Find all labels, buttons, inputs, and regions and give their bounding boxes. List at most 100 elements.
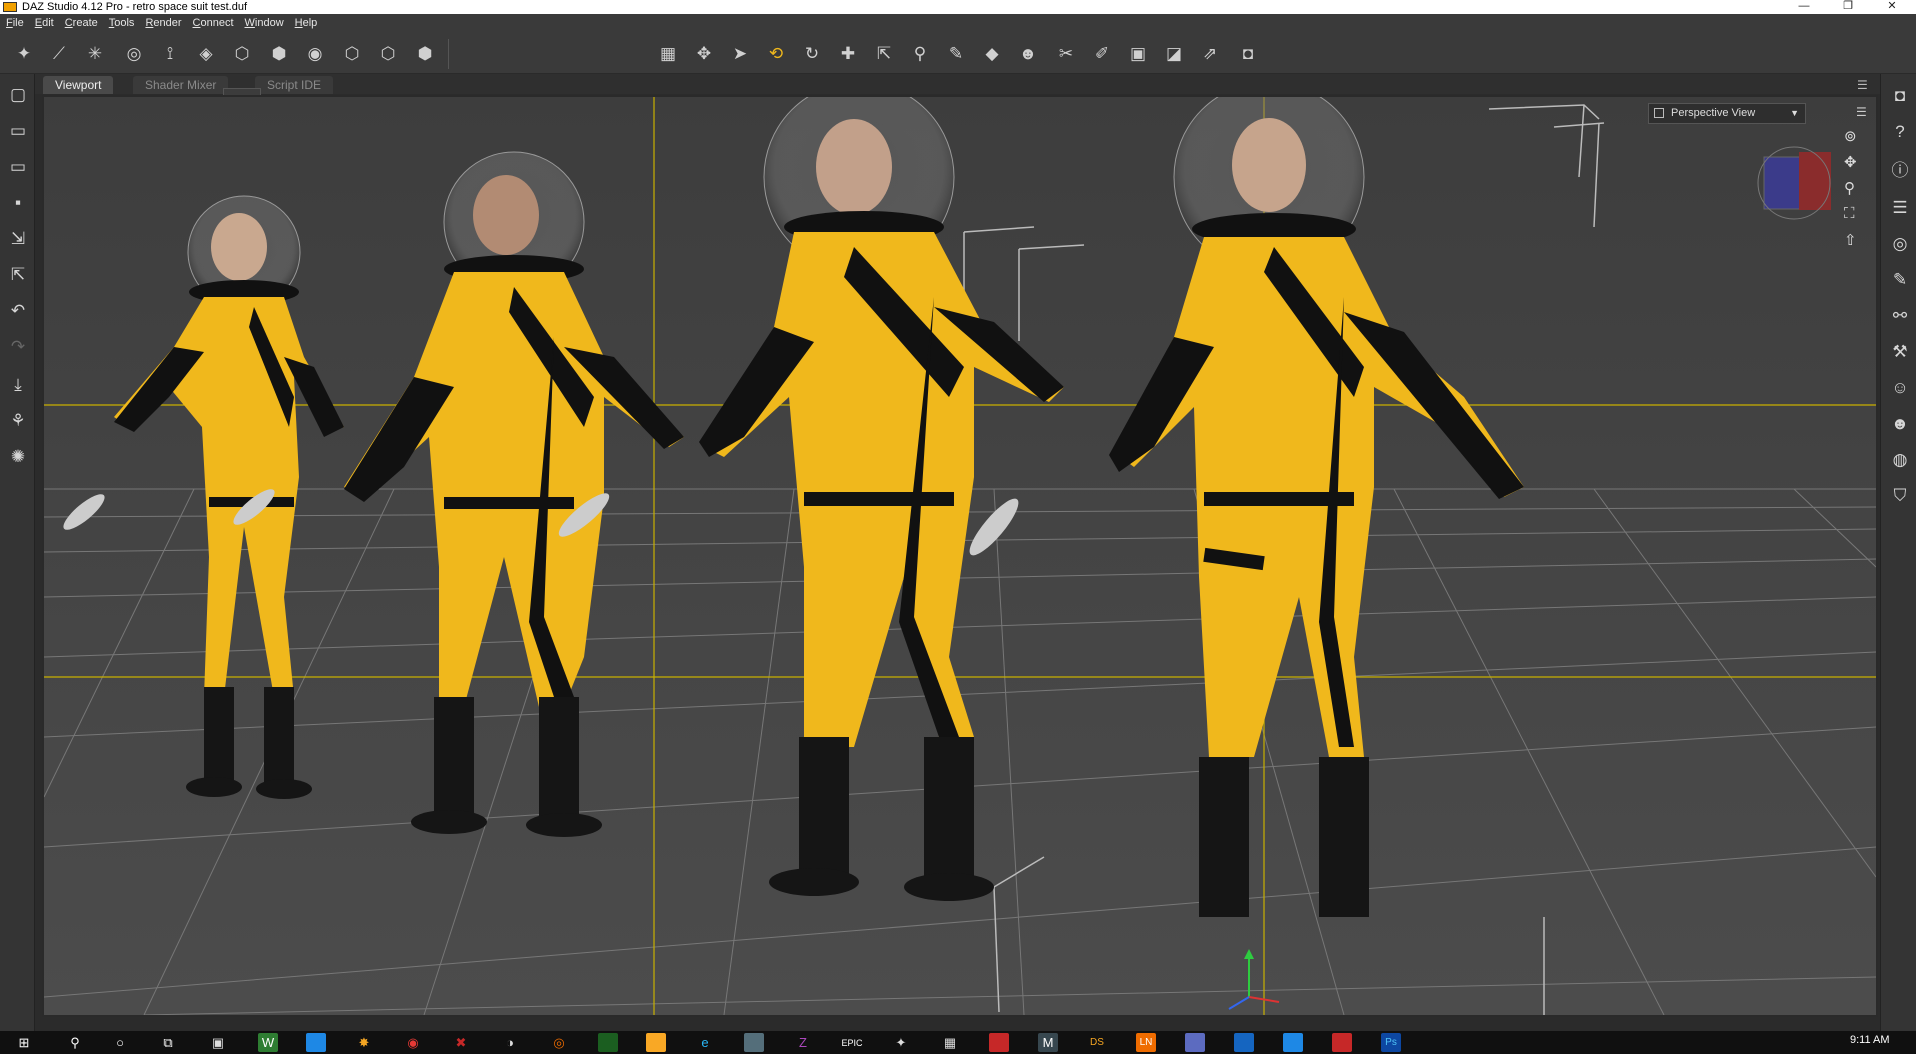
menu-tools[interactable]: Tools (103, 14, 140, 33)
render-camera-icon[interactable]: ◘ (1236, 42, 1260, 66)
pose-icon[interactable]: ⚯ (1888, 304, 1912, 328)
word-icon[interactable]: W (258, 1033, 278, 1052)
cube-select-icon[interactable]: ⬢ (267, 42, 291, 66)
calculator-icon[interactable]: ▦ (940, 1033, 960, 1052)
pin-light-icon[interactable]: ✳ (83, 42, 107, 66)
chrome-icon[interactable]: ◉ (403, 1033, 423, 1052)
viewport-menu-icon[interactable]: ☰ (1856, 105, 1867, 119)
vmware-icon[interactable]: ✖ (451, 1033, 471, 1052)
geometry-sculpt-icon[interactable]: ✐ (1090, 42, 1114, 66)
tab-shader-mixer[interactable]: Shader Mixer (133, 76, 229, 94)
menu-edit[interactable]: Edit (29, 14, 59, 33)
frame-icon[interactable]: ⛶ (1844, 205, 1855, 222)
light-icon[interactable]: ✸ (354, 1033, 374, 1052)
paint-icon[interactable]: ◑ (500, 1033, 520, 1052)
drop-icon[interactable]: ⤓ (7, 374, 29, 396)
translate-icon[interactable]: ✚ (836, 42, 860, 66)
mail-icon[interactable]: M (1038, 1033, 1058, 1052)
redo-icon[interactable]: ↷ (7, 336, 29, 358)
node-bone-icon[interactable]: ⟋ (47, 42, 71, 66)
blue-icon[interactable] (1283, 1033, 1303, 1052)
ds-icon[interactable]: ◘ (1888, 84, 1912, 108)
menu-render[interactable]: Render (139, 14, 186, 33)
epic-icon[interactable]: EPIC (842, 1033, 863, 1052)
close-button[interactable]: ✕ (1870, 0, 1914, 14)
run-icon[interactable]: ✺ (7, 446, 29, 468)
pointer-icon[interactable]: ⇗ (1198, 42, 1222, 66)
tab-viewport[interactable]: Viewport (43, 76, 114, 94)
ln-icon[interactable]: LN (1136, 1033, 1156, 1052)
walk-icon[interactable]: ⚘ (7, 410, 29, 432)
view-orientation-cube[interactable] (1757, 146, 1831, 220)
viewport-3d[interactable]: ◐ ☰ ⊚ ✥ ⚲ ⛶ ⇧ (42, 95, 1878, 1017)
node-weight-icon[interactable]: ◆ (980, 42, 1004, 66)
export-icon[interactable]: ⇱ (7, 264, 29, 286)
sphere-icon[interactable]: ⬢ (413, 42, 437, 66)
import-icon[interactable]: ⇲ (7, 228, 29, 250)
joint-editor-icon[interactable]: ⟟ (158, 42, 182, 66)
cube-wire-icon[interactable]: ⬡ (376, 42, 400, 66)
view-select-dropdown[interactable]: Perspective View ▼ (1648, 103, 1806, 124)
zoom-icon[interactable]: ⚲ (1844, 179, 1855, 197)
globe-icon[interactable]: ◍ (1888, 448, 1912, 472)
grid-icon[interactable]: ▦ (656, 42, 680, 66)
spot-render-icon[interactable]: ◎ (122, 42, 146, 66)
menu-help[interactable]: Help (289, 14, 323, 33)
figure-select-icon[interactable]: ☻ (1016, 42, 1040, 66)
menu-window[interactable]: Window (239, 14, 289, 33)
brush-icon[interactable]: ✎ (1888, 268, 1912, 292)
geometry-editor-icon[interactable]: ◈ (194, 42, 218, 66)
undo-icon[interactable]: ↶ (7, 300, 29, 322)
list-icon[interactable]: ☰ (1888, 196, 1912, 220)
email-icon[interactable] (306, 1033, 326, 1052)
red-app-icon[interactable] (989, 1033, 1009, 1052)
universal-icon[interactable]: ✥ (692, 42, 716, 66)
new-file-icon[interactable]: ▢ (7, 84, 29, 106)
discord-icon[interactable] (1185, 1033, 1205, 1052)
orbit-icon[interactable]: ⊚ (1844, 127, 1857, 145)
game-icon[interactable] (598, 1033, 618, 1052)
photoshop-icon[interactable]: Ps (1381, 1033, 1401, 1052)
rotate-gold-icon[interactable]: ⟲ (764, 42, 788, 66)
tube-icon[interactable]: ⬡ (340, 42, 364, 66)
open-folder-icon[interactable]: ▭ (7, 120, 29, 142)
blender-icon[interactable]: ◎ (549, 1033, 569, 1052)
menu-file[interactable]: File (0, 14, 29, 33)
save-icon[interactable]: ▪ (7, 192, 29, 214)
store-icon[interactable]: ▣ (208, 1033, 228, 1052)
wrench-icon[interactable]: ⚒ (1888, 340, 1912, 364)
pan-icon[interactable]: ✥ (1844, 153, 1857, 171)
spot-icon[interactable]: ✂ (1054, 42, 1078, 66)
menu-connect[interactable]: Connect (187, 14, 239, 33)
task-view-icon[interactable]: ⧉ (158, 1033, 178, 1052)
sparkle-icon[interactable]: ✦ (891, 1033, 911, 1052)
tab-script-ide[interactable]: Script IDE (255, 76, 334, 94)
help-arrow-icon[interactable]: ? (1888, 120, 1912, 144)
menu-create[interactable]: Create (59, 14, 103, 33)
primitive-cube-icon[interactable]: ⬡ (230, 42, 254, 66)
scene-figure-icon[interactable]: ✦ (12, 42, 36, 66)
merge-folder-icon[interactable]: ▭ (7, 156, 29, 178)
rotate-icon[interactable]: ↻ (800, 42, 824, 66)
system-clock[interactable]: 9:11 AM (1850, 1034, 1890, 1046)
photos-icon[interactable] (744, 1033, 764, 1052)
editor-icon[interactable]: ▣ (1126, 42, 1150, 66)
chat-icon[interactable] (1234, 1033, 1254, 1052)
surface-pen-icon[interactable]: ✎ (944, 42, 968, 66)
vivaldi-icon[interactable] (1332, 1033, 1352, 1052)
files-icon[interactable] (646, 1033, 666, 1052)
distant-light-icon[interactable]: ◉ (303, 42, 327, 66)
search-icon[interactable]: ⚲ (65, 1033, 85, 1052)
cortana-icon[interactable]: ○ (110, 1033, 130, 1052)
camera-light-icon[interactable]: ◪ (1162, 42, 1186, 66)
pane-options-icon[interactable]: ☰ (1857, 78, 1868, 92)
windows-start-icon[interactable]: ⊞ (14, 1033, 34, 1052)
shirt-icon[interactable]: ⛉ (1888, 484, 1912, 508)
minimize-button[interactable]: — (1782, 0, 1826, 14)
help-circle-icon[interactable]: ⓘ (1888, 156, 1912, 180)
maximize-button[interactable]: ❐ (1826, 0, 1870, 14)
joint-icon[interactable]: ⚲ (908, 42, 932, 66)
edge-icon[interactable]: e (695, 1033, 715, 1052)
zbrush-icon[interactable]: Z (793, 1033, 813, 1052)
figure-head-alt-icon[interactable]: ☻ (1888, 412, 1912, 436)
